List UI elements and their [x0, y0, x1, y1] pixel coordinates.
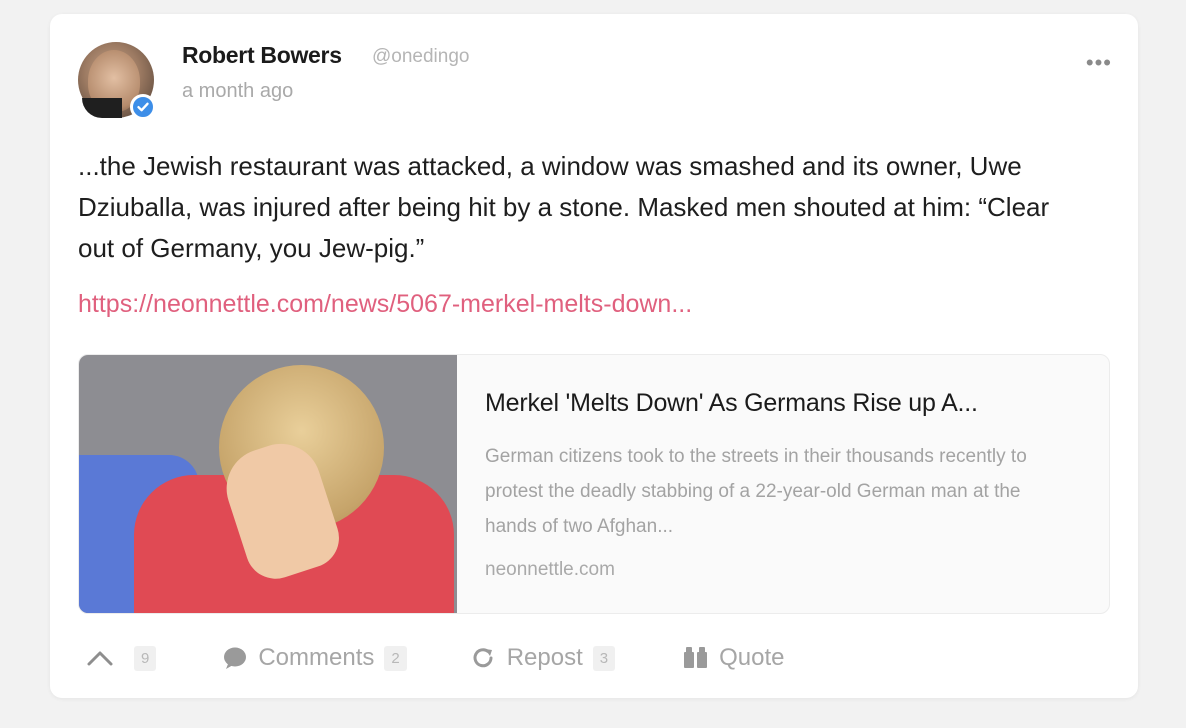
avatar-shirt — [82, 98, 122, 118]
repost-count: 3 — [592, 645, 616, 671]
chevron-up-icon — [86, 649, 114, 667]
quote-label: Quote — [719, 644, 785, 671]
author-handle[interactable]: @onedingo — [372, 46, 469, 68]
preview-description: German citizens took to the streets in t… — [485, 446, 1027, 537]
comments-button[interactable]: Comments 2 — [222, 644, 407, 672]
preview-thumbnail — [79, 355, 457, 613]
comment-bubble-icon — [222, 646, 248, 670]
quote-button[interactable]: Quote — [683, 644, 785, 672]
preview-domain: neonnettle.com — [485, 559, 615, 580]
repost-button[interactable]: Repost 3 — [471, 644, 616, 672]
upvote-count: 9 — [134, 645, 157, 671]
avatar[interactable] — [78, 42, 156, 120]
more-options-icon[interactable]: ••• — [1086, 50, 1112, 76]
verified-badge-icon — [130, 94, 156, 120]
repost-icon — [471, 646, 497, 670]
author-name[interactable]: Robert Bowers — [182, 42, 342, 69]
post-body: ...the Jewish restaurant was attacked, a… — [78, 151, 1050, 263]
post-card: Robert Bowers @onedingo a month ago ••• … — [50, 14, 1138, 698]
action-bar: 9 Comments 2 Repost 3 Quote — [86, 644, 785, 672]
post-timestamp[interactable]: a month ago — [182, 80, 293, 103]
comments-label: Comments — [258, 644, 375, 671]
comments-count: 2 — [384, 645, 407, 671]
upvote-button[interactable]: 9 — [86, 645, 157, 671]
link-preview-card[interactable]: Merkel 'Melts Down' As Germans Rise up A… — [78, 354, 1110, 614]
repost-label: Repost — [506, 644, 583, 671]
quote-icon — [683, 647, 709, 669]
preview-title: Merkel 'Melts Down' As Germans Rise up A… — [485, 389, 978, 417]
post-link[interactable]: https://neonnettle.com/news/5067-merkel-… — [78, 290, 692, 319]
